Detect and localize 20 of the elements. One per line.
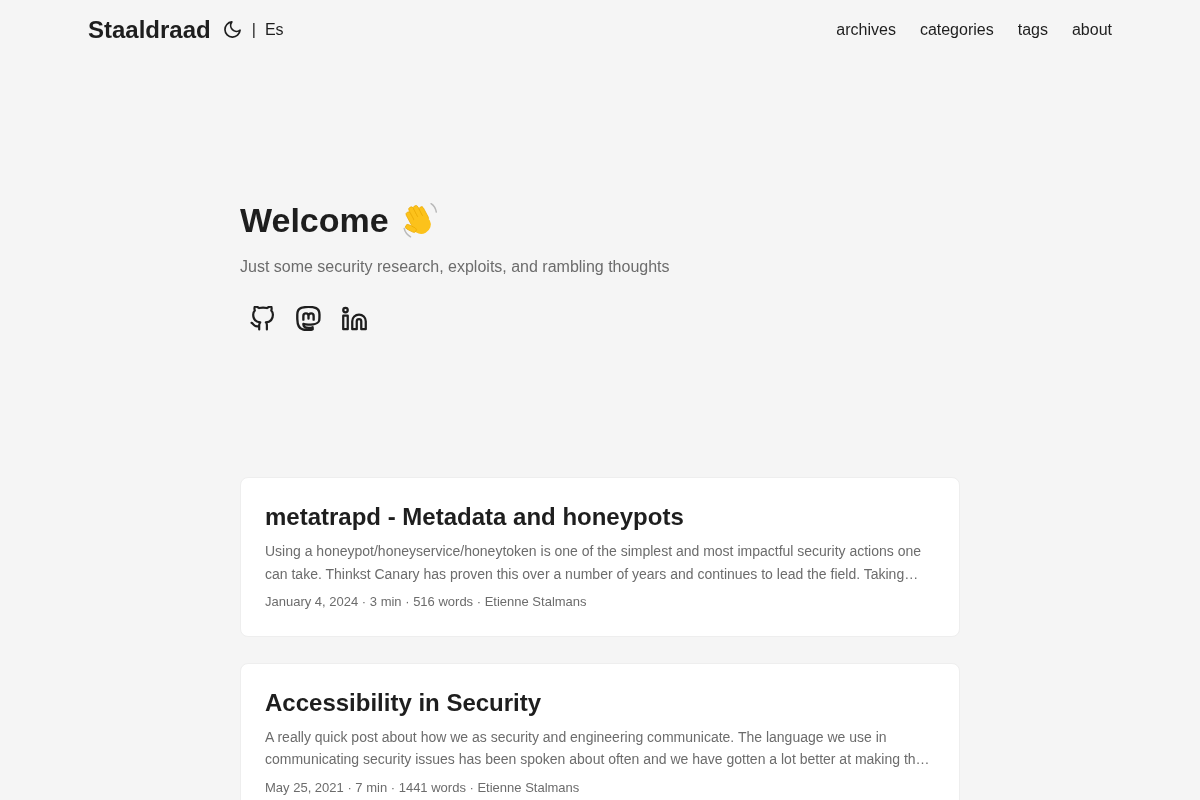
post-summary: Using a honeypot/honeyservice/honeytoken is one of the simplest and most impactful security actions one can take. Thinkst Canary has proven this over a number of years and continues to lead the field. Taking… [265,542,923,584]
language-link[interactable]: Es [264,20,284,40]
post-title: Accessibility in Security [265,687,543,718]
post-title: metatrapd - Metadata and honeypots [265,502,685,532]
nav-link[interactable]: categories [919,20,994,40]
nav-link[interactable]: archives [836,20,896,40]
separator: | [251,20,256,40]
moon-icon[interactable] [223,21,241,39]
github-icon[interactable] [250,305,275,331]
welcome-heading: Welcome [240,200,389,241]
waving-hand-icon [400,200,439,241]
site-logo[interactable]: Staaldraad [88,15,211,45]
mastodon-icon[interactable] [296,305,321,331]
nav-link[interactable]: about [1071,20,1112,40]
intro-subtitle: Just some security research, exploits, and rambling thoughts [240,256,671,277]
post-summary: A really quick post about how we as security and engineering communicate. The language we use in communicating security issues has been spoken about often and we have gotten a lot better at making th… [265,727,931,770]
nav-link[interactable]: tags [1017,20,1048,40]
post-meta: May 25, 2021 · 7 min · 1441 words · Etienne Stalmans [265,778,581,797]
linkedin-icon[interactable] [342,305,367,331]
post-meta: January 4, 2024 · 3 min · 516 words · Etienne Stalmans [265,592,588,611]
